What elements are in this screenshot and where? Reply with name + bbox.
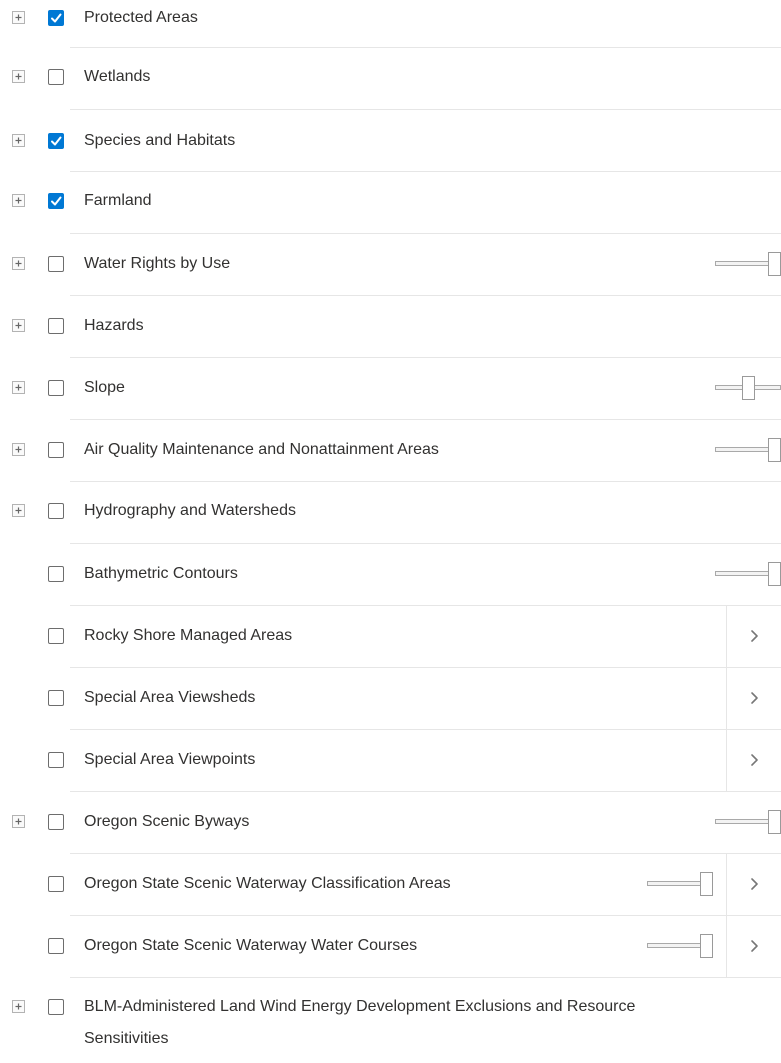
submenu-button[interactable]: [726, 668, 781, 730]
layer-visibility-checkbox[interactable]: [48, 876, 64, 892]
layer-visibility-checkbox[interactable]: [48, 10, 64, 26]
layer-row: Water Rights by Use: [0, 234, 781, 296]
expand-plus-icon[interactable]: [12, 257, 25, 270]
opacity-slider[interactable]: [647, 872, 713, 896]
opacity-slider[interactable]: [715, 376, 781, 400]
expand-plus-icon[interactable]: [12, 194, 25, 207]
opacity-slider[interactable]: [715, 562, 781, 586]
checkmark-icon: [51, 13, 62, 23]
slider-thumb[interactable]: [768, 562, 781, 586]
chevron-right-icon: [751, 754, 758, 766]
layer-visibility-checkbox[interactable]: [48, 814, 64, 830]
slider-thumb[interactable]: [768, 252, 781, 276]
layer-visibility-checkbox[interactable]: [48, 133, 64, 149]
layer-label[interactable]: Farmland: [84, 191, 152, 211]
layer-row: Hazards: [0, 296, 781, 358]
opacity-slider[interactable]: [647, 934, 713, 958]
layer-row: Farmland: [0, 172, 781, 234]
layer-label[interactable]: Hazards: [84, 316, 144, 336]
layer-row: Protected Areas: [0, 0, 781, 48]
expand-plus-icon[interactable]: [12, 381, 25, 394]
layer-label[interactable]: Rocky Shore Managed Areas: [84, 626, 292, 646]
layer-row: Special Area Viewsheds: [0, 668, 781, 730]
layer-row: Wetlands: [0, 48, 781, 110]
layer-label[interactable]: Water Rights by Use: [84, 254, 230, 274]
layer-visibility-checkbox[interactable]: [48, 999, 64, 1015]
submenu-button[interactable]: [726, 854, 781, 916]
expand-plus-icon[interactable]: [12, 815, 25, 828]
layer-label[interactable]: BLM-Administered Land Wind Energy Develo…: [84, 991, 724, 1055]
layer-visibility-checkbox[interactable]: [48, 690, 64, 706]
layer-visibility-checkbox[interactable]: [48, 503, 64, 519]
layer-row: Oregon Scenic Byways: [0, 792, 781, 854]
layer-visibility-checkbox[interactable]: [48, 380, 64, 396]
submenu-button[interactable]: [726, 606, 781, 668]
expand-plus-icon[interactable]: [12, 70, 25, 83]
layer-label[interactable]: Slope: [84, 378, 125, 398]
slider-thumb[interactable]: [700, 934, 713, 958]
layer-visibility-checkbox[interactable]: [48, 256, 64, 272]
slider-thumb[interactable]: [700, 872, 713, 896]
expand-plus-icon[interactable]: [12, 443, 25, 456]
layer-label[interactable]: Special Area Viewsheds: [84, 688, 255, 708]
layer-row: Special Area Viewpoints: [0, 730, 781, 792]
expand-plus-icon[interactable]: [12, 134, 25, 147]
expand-plus-icon[interactable]: [12, 1000, 25, 1013]
layer-row: Bathymetric Contours: [0, 544, 781, 606]
expand-plus-icon[interactable]: [12, 11, 25, 24]
chevron-right-icon: [751, 940, 758, 952]
layer-visibility-checkbox[interactable]: [48, 69, 64, 85]
chevron-right-icon: [751, 630, 758, 642]
layer-row: Rocky Shore Managed Areas: [0, 606, 781, 668]
layer-label[interactable]: Wetlands: [84, 67, 150, 87]
chevron-right-icon: [751, 692, 758, 704]
checkmark-icon: [51, 196, 62, 206]
layer-label[interactable]: Protected Areas: [84, 8, 198, 28]
layer-visibility-checkbox[interactable]: [48, 566, 64, 582]
layer-label[interactable]: Species and Habitats: [84, 131, 235, 151]
layer-visibility-checkbox[interactable]: [48, 318, 64, 334]
layer-row: Hydrography and Watersheds: [0, 482, 781, 544]
opacity-slider[interactable]: [715, 810, 781, 834]
opacity-slider[interactable]: [715, 438, 781, 462]
layer-label[interactable]: Hydrography and Watersheds: [84, 501, 296, 521]
layer-row: Air Quality Maintenance and Nonattainmen…: [0, 420, 781, 482]
layer-visibility-checkbox[interactable]: [48, 442, 64, 458]
slider-thumb[interactable]: [768, 810, 781, 834]
slider-thumb[interactable]: [768, 438, 781, 462]
layer-label[interactable]: Special Area Viewpoints: [84, 750, 255, 770]
layer-visibility-checkbox[interactable]: [48, 752, 64, 768]
layer-visibility-checkbox[interactable]: [48, 193, 64, 209]
expand-plus-icon[interactable]: [12, 504, 25, 517]
submenu-button[interactable]: [726, 730, 781, 792]
checkmark-icon: [51, 136, 62, 146]
expand-plus-icon[interactable]: [12, 319, 25, 332]
layer-row: Oregon State Scenic Waterway Water Cours…: [0, 916, 781, 978]
layer-label[interactable]: Oregon Scenic Byways: [84, 812, 249, 832]
chevron-right-icon: [751, 878, 758, 890]
layer-label[interactable]: Oregon State Scenic Waterway Classificat…: [84, 874, 451, 894]
layer-label[interactable]: Bathymetric Contours: [84, 564, 238, 584]
layer-label[interactable]: Air Quality Maintenance and Nonattainmen…: [84, 440, 439, 460]
layer-row: Oregon State Scenic Waterway Classificat…: [0, 854, 781, 916]
layer-visibility-checkbox[interactable]: [48, 938, 64, 954]
layer-row: BLM-Administered Land Wind Energy Develo…: [0, 978, 781, 1063]
layer-visibility-checkbox[interactable]: [48, 628, 64, 644]
layer-row: Species and Habitats: [0, 110, 781, 172]
slider-thumb[interactable]: [742, 376, 755, 400]
layer-row: Slope: [0, 358, 781, 420]
submenu-button[interactable]: [726, 916, 781, 978]
opacity-slider[interactable]: [715, 252, 781, 276]
layer-label[interactable]: Oregon State Scenic Waterway Water Cours…: [84, 936, 417, 956]
